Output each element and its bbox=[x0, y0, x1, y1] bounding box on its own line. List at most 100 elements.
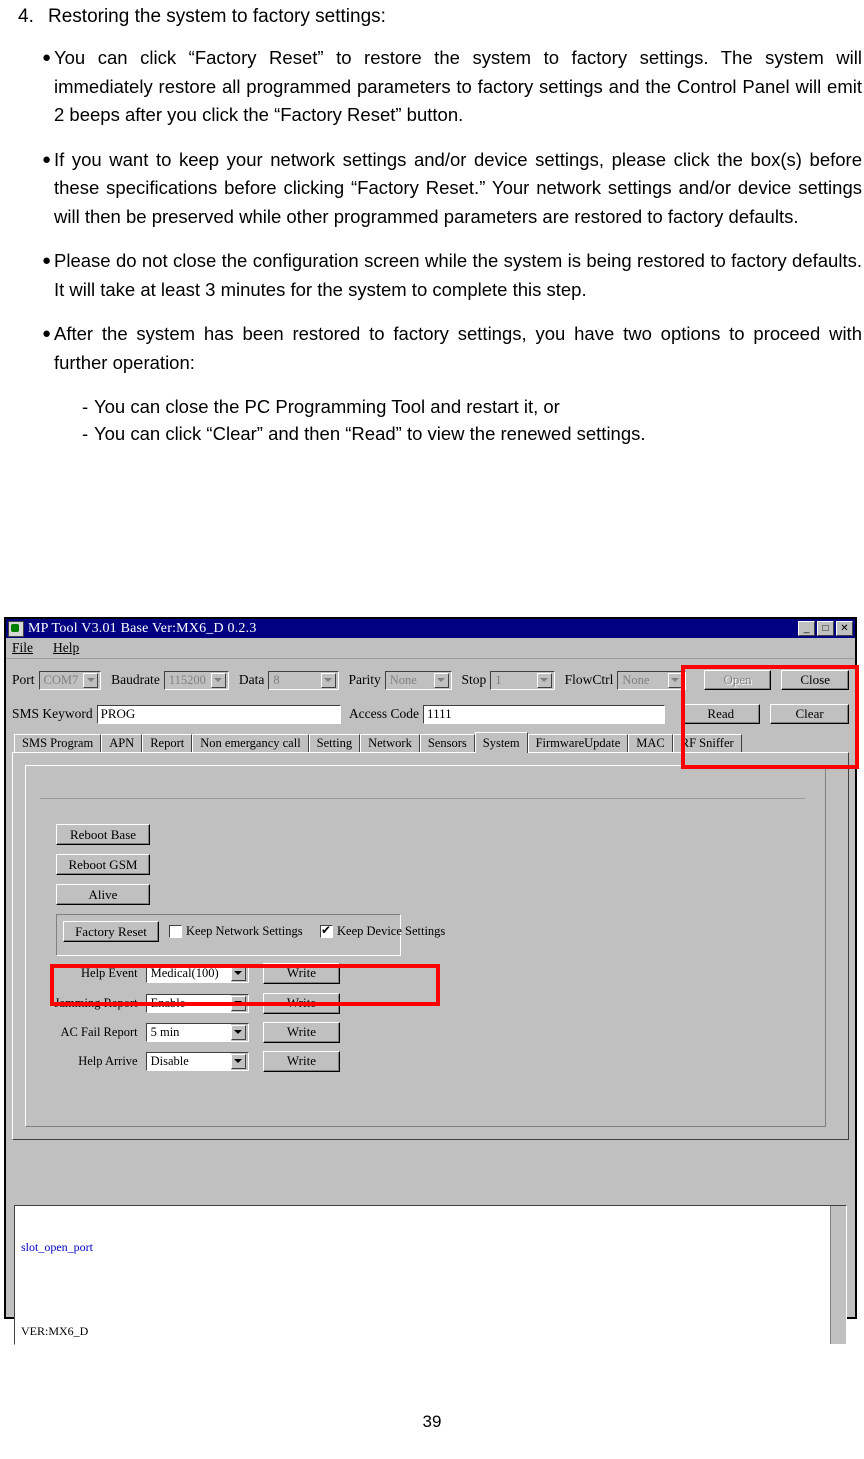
help-event-write-button[interactable]: Write bbox=[262, 962, 340, 984]
bullet-item: ● You can click “Factory Reset” to resto… bbox=[0, 44, 864, 130]
checkbox-checked-icon bbox=[320, 923, 333, 938]
stop-bits-value: 1 bbox=[495, 672, 502, 687]
chevron-down-icon bbox=[667, 672, 683, 688]
flowctrl-value: None bbox=[622, 672, 650, 687]
flowctrl-label: FlowCtrl bbox=[564, 672, 614, 687]
bullet-icon: ● bbox=[42, 150, 52, 168]
sms-keyword-input[interactable]: PROG bbox=[96, 704, 341, 724]
log-line-link[interactable]: slot_open_port bbox=[21, 1240, 828, 1254]
access-code-input[interactable]: 1111 bbox=[423, 704, 666, 724]
jamming-report-write-button[interactable]: Write bbox=[262, 992, 340, 1014]
bullet-icon: ● bbox=[42, 325, 52, 342]
log-console-text: slot_open_port VER:MX6_D 0.2.3;NWMAC:001… bbox=[15, 1206, 830, 1344]
chevron-down-icon bbox=[83, 672, 99, 688]
bullet-text: Please do not close the configuration sc… bbox=[54, 250, 862, 300]
checkbox-icon bbox=[169, 925, 182, 938]
sub-option-list: - You can close the PC Programming Tool … bbox=[0, 389, 864, 447]
tab-report[interactable]: Report bbox=[142, 734, 193, 752]
log-console[interactable]: slot_open_port VER:MX6_D 0.2.3;NWMAC:001… bbox=[14, 1205, 847, 1345]
keyword-row: SMS Keyword PROG Access Code 1111 Read C… bbox=[12, 703, 849, 725]
reboot-base-button[interactable]: Reboot Base bbox=[56, 824, 150, 845]
window-client-area: Port COM7 Baudrate 115200 Data 8 Parity … bbox=[6, 659, 855, 1345]
tab-apn[interactable]: APN bbox=[101, 734, 143, 752]
parity-value: None bbox=[389, 672, 417, 687]
ac-fail-report-dropdown[interactable]: 5 min bbox=[145, 1022, 249, 1042]
window-titlebar: MP Tool V3.01 Base Ver:MX6_D 0.2.3 _ □ ✕ bbox=[6, 619, 855, 638]
parity-label: Parity bbox=[348, 672, 381, 687]
help-arrive-dropdown[interactable]: Disable bbox=[145, 1051, 249, 1071]
keep-network-settings-checkbox[interactable]: Keep Network Settings bbox=[169, 924, 303, 939]
help-arrive-label: Help Arrive bbox=[78, 1053, 138, 1068]
console-scrollbar[interactable] bbox=[830, 1206, 846, 1344]
help-event-dropdown[interactable]: Medical(100) bbox=[145, 963, 249, 983]
menu-help-label: Help bbox=[53, 640, 80, 655]
bullet-item: ● Please do not close the configuration … bbox=[0, 247, 864, 304]
dash-icon: - bbox=[82, 396, 89, 417]
bullet-icon: ● bbox=[42, 252, 52, 269]
stop-bits-dropdown[interactable]: 1 bbox=[490, 670, 555, 690]
open-button[interactable]: Open bbox=[703, 670, 772, 690]
help-event-value: Medical(100) bbox=[146, 964, 231, 982]
factory-reset-button[interactable]: Factory Reset bbox=[63, 921, 159, 942]
data-bits-value: 8 bbox=[273, 672, 280, 687]
settings-row-ac-fail-report: AC Fail Report 5 min Write bbox=[40, 1021, 340, 1043]
menu-file[interactable]: File bbox=[12, 640, 33, 656]
log-blank-line bbox=[21, 1282, 828, 1296]
system-tab-page: Reboot Base Reboot GSM Alive Factory Res… bbox=[12, 752, 849, 1140]
tab-sms-program[interactable]: SMS Program bbox=[14, 734, 102, 752]
sms-keyword-label: SMS Keyword bbox=[12, 706, 93, 721]
menu-file-label: File bbox=[12, 640, 34, 655]
jamming-report-label: Jamming Report bbox=[54, 995, 138, 1010]
flowctrl-dropdown[interactable]: None bbox=[617, 670, 686, 690]
window-title: MP Tool V3.01 Base Ver:MX6_D 0.2.3 bbox=[28, 620, 257, 636]
chevron-down-icon bbox=[230, 1024, 246, 1040]
close-button[interactable]: Close bbox=[781, 670, 849, 690]
tab-network[interactable]: Network bbox=[360, 734, 420, 752]
page-number: 39 bbox=[422, 1412, 442, 1431]
sub-option: - You can close the PC Programming Tool … bbox=[82, 393, 862, 420]
settings-row-help-arrive: Help Arrive Disable Write bbox=[40, 1050, 340, 1072]
app-logo-icon bbox=[8, 620, 24, 637]
ac-fail-report-value: 5 min bbox=[146, 1023, 231, 1041]
baudrate-value: 115200 bbox=[168, 672, 206, 687]
bullet-text: You can click “Factory Reset” to restore… bbox=[54, 47, 862, 125]
parity-dropdown[interactable]: None bbox=[384, 670, 452, 690]
bullet-item: ● If you want to keep your network setti… bbox=[0, 146, 864, 232]
numbered-item-4: 4. Restoring the system to factory setti… bbox=[0, 4, 864, 30]
tab-firmware-update[interactable]: FirmwareUpdate bbox=[527, 734, 629, 752]
tab-mac[interactable]: MAC bbox=[628, 734, 673, 752]
reboot-gsm-button[interactable]: Reboot GSM bbox=[56, 854, 150, 875]
close-icon[interactable]: ✕ bbox=[836, 621, 853, 636]
clear-button[interactable]: Clear bbox=[770, 704, 849, 724]
help-arrive-write-button[interactable]: Write bbox=[262, 1050, 340, 1072]
bullet-text: If you want to keep your network setting… bbox=[54, 148, 862, 227]
help-event-label: Help Event bbox=[81, 965, 138, 980]
alive-button[interactable]: Alive bbox=[56, 884, 150, 905]
tab-setting[interactable]: Setting bbox=[308, 734, 361, 752]
maximize-icon[interactable]: □ bbox=[817, 621, 834, 636]
tab-non-emergancy-call[interactable]: Non emergancy call bbox=[192, 734, 309, 752]
tab-rf-sniffer[interactable]: RF Sniffer bbox=[672, 734, 742, 752]
port-dropdown[interactable]: COM7 bbox=[38, 670, 102, 690]
tab-sensors[interactable]: Sensors bbox=[419, 734, 475, 752]
tab-system[interactable]: System bbox=[474, 732, 528, 753]
system-inner-panel: Reboot Base Reboot GSM Alive Factory Res… bbox=[25, 765, 826, 1127]
chevron-down-icon bbox=[210, 672, 226, 688]
menu-help[interactable]: Help bbox=[53, 640, 79, 656]
baudrate-dropdown[interactable]: 115200 bbox=[163, 670, 229, 690]
keep-network-settings-label: Keep Network Settings bbox=[186, 924, 303, 938]
port-label: Port bbox=[12, 672, 35, 687]
jamming-report-value: Enable bbox=[146, 994, 231, 1012]
jamming-report-dropdown[interactable]: Enable bbox=[145, 993, 249, 1013]
item-heading: Restoring the system to factory settings… bbox=[48, 6, 386, 27]
port-value: COM7 bbox=[43, 672, 79, 687]
ac-fail-report-write-button[interactable]: Write bbox=[262, 1021, 340, 1043]
chevron-down-icon bbox=[230, 995, 246, 1011]
mp-tool-window: MP Tool V3.01 Base Ver:MX6_D 0.2.3 _ □ ✕… bbox=[4, 617, 859, 1345]
chevron-down-icon bbox=[320, 672, 336, 688]
minimize-icon[interactable]: _ bbox=[798, 621, 815, 636]
data-bits-dropdown[interactable]: 8 bbox=[268, 670, 339, 690]
read-button[interactable]: Read bbox=[681, 704, 761, 724]
window-controls: _ □ ✕ bbox=[798, 621, 853, 636]
keep-device-settings-checkbox[interactable]: Keep Device Settings bbox=[320, 923, 445, 939]
